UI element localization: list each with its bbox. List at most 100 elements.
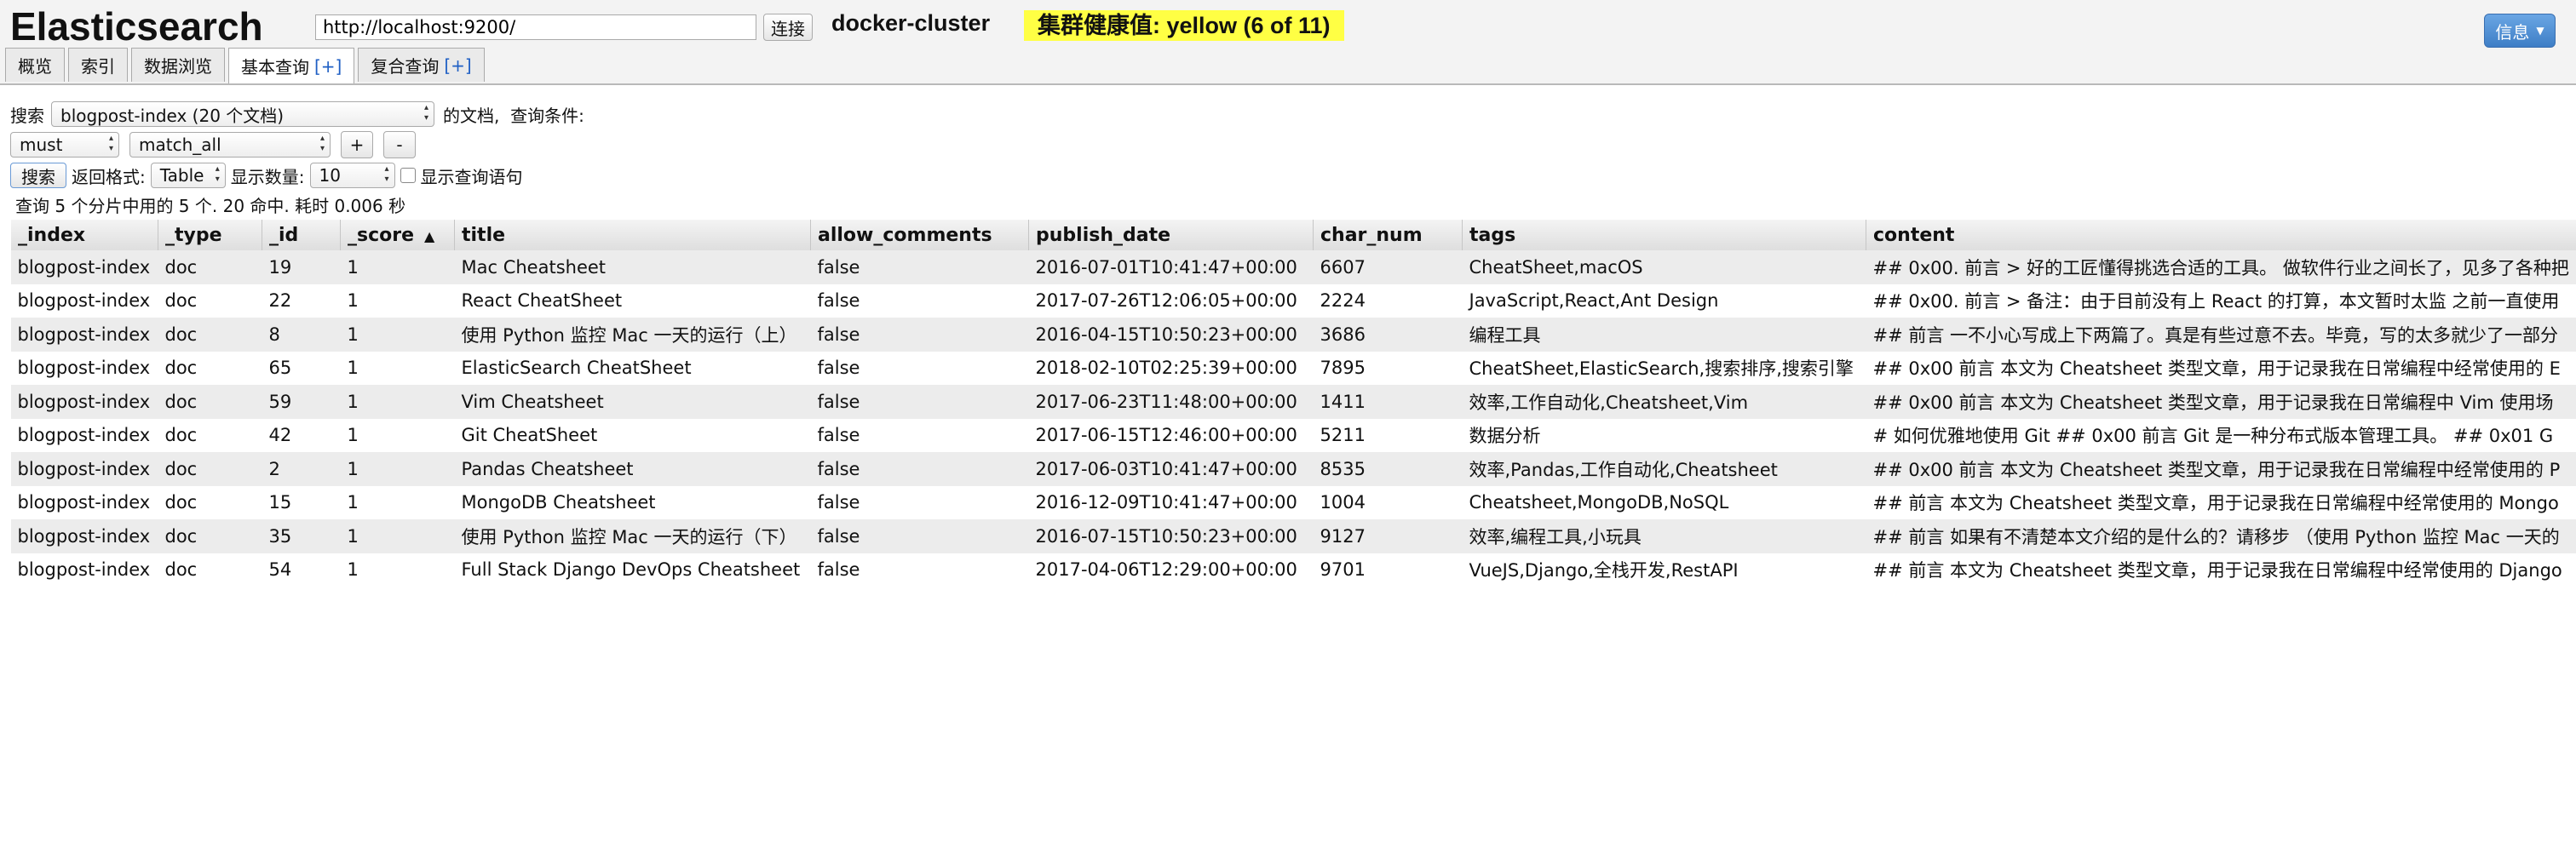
- app-logo: Elasticsearch: [10, 4, 263, 49]
- output-format-value: Table: [159, 165, 204, 186]
- tab-label: 概览: [18, 56, 52, 77]
- table-row[interactable]: blogpost-index doc 35 1 使用 Python 监控 Mac 一天的…: [10, 519, 2576, 553]
- index-select[interactable]: blogpost-index (20 个文档): [51, 101, 434, 127]
- cell-allowcomments: false: [810, 519, 1029, 553]
- cell-id: 59: [262, 385, 341, 419]
- cell-score: 1: [340, 452, 455, 486]
- column-header-charnum[interactable]: char_num: [1313, 220, 1463, 250]
- cell-index: blogpost-index: [17, 559, 151, 581]
- tab-overview[interactable]: 概览: [5, 48, 65, 82]
- cell-publishdate: 2017-06-03T10:41:47+00:00: [1028, 452, 1314, 486]
- cell-id: 35: [262, 519, 341, 553]
- output-format-select[interactable]: Table: [150, 163, 226, 188]
- cell-publishdate: 2016-04-15T10:50:23+00:00: [1028, 318, 1314, 352]
- remove-clause-button[interactable]: -: [383, 131, 416, 158]
- cell-tags: 效率,编程工具,小玩具: [1462, 519, 1866, 553]
- cell-publishdate: 2017-06-23T11:48:00+00:00: [1028, 385, 1314, 419]
- caret-down-icon: ▼: [2536, 25, 2544, 37]
- info-button-label: 信息: [2495, 21, 2530, 43]
- cell-content: ## 0x00 前言 本文为 Cheatsheet 类型文章，用于记录我在日常编…: [1866, 452, 2576, 486]
- column-header-index[interactable]: _index: [10, 220, 158, 250]
- table-header-row: _index _type _id _score ▲ title allow_comments…: [10, 220, 2576, 250]
- connect-button[interactable]: 连接: [763, 14, 813, 41]
- cell-index: blogpost-index: [10, 318, 158, 352]
- cell-content: ## 0x00. 前言 > 备注：由于目前没有上 React 的打算，本文暂时太…: [1872, 291, 2560, 312]
- table-body: blogpost-index doc 19 1 Mac Cheatsheet false 2…: [10, 250, 2576, 587]
- docs-condition-label: 的文档, 查询条件:: [443, 105, 584, 126]
- cell-score: 1: [340, 519, 455, 553]
- cell-type: doc: [164, 559, 198, 581]
- cell-score: 1: [340, 250, 455, 284]
- tab-add-link[interactable]: [+]: [314, 56, 342, 77]
- index-selector-row: 搜索 blogpost-index (20 个文档) 的文档, 查询条件:: [10, 100, 584, 128]
- cell-tags: 效率,Pandas,工作自动化,Cheatsheet: [1462, 452, 1866, 486]
- search-button[interactable]: 搜索: [10, 163, 66, 188]
- column-header-score[interactable]: _score ▲: [340, 220, 455, 250]
- table-row[interactable]: blogpost-index doc 19 1 Mac Cheatsheet false 2…: [10, 250, 2576, 284]
- column-header-allowcomments[interactable]: allow_comments: [810, 220, 1029, 250]
- cell-charnum: 7895: [1320, 358, 1366, 379]
- result-count-select[interactable]: 10: [309, 163, 395, 188]
- cell-score: 1: [347, 290, 359, 312]
- table-row[interactable]: blogpost-index doc 15 1 MongoDB Cheatsheet fa…: [11, 486, 2576, 520]
- cell-publishdate: 2018-02-10T02:25:39+00:00: [1035, 358, 1297, 379]
- format-label: 返回格式:: [72, 166, 146, 187]
- top-header: Elasticsearch 连接 docker-cluster 集群健康值: y…: [0, 0, 2576, 85]
- cell-id: 8: [262, 318, 341, 352]
- column-header-publishdate[interactable]: publish_date: [1028, 220, 1314, 250]
- table-row[interactable]: blogpost-index doc 2 1 Pandas Cheatsheet fals…: [10, 452, 2576, 486]
- cell-tags: Cheatsheet,MongoDB,NoSQL: [1469, 492, 1729, 513]
- cell-charnum: 1411: [1313, 385, 1463, 419]
- cell-charnum: 9127: [1313, 519, 1463, 553]
- table-row[interactable]: blogpost-index doc 8 1 使用 Python 监控 Mac 一天的运…: [10, 318, 2576, 352]
- cell-content: ## 前言 本文为 Cheatsheet 类型文章，用于记录我在日常编程中经常使…: [1872, 493, 2559, 514]
- cell-tags: JavaScript,React,Ant Design: [1469, 290, 1719, 312]
- cell-allowcomments: false: [810, 318, 1029, 352]
- cell-allowcomments: false: [817, 425, 860, 446]
- tab-label: 基本查询: [241, 57, 309, 77]
- table-row[interactable]: blogpost-index doc 42 1 Git CheatSheet false 2…: [11, 419, 2576, 453]
- cluster-health-badge: 集群健康值: yellow (6 of 11): [1024, 10, 1344, 41]
- cell-tags: CheatSheet,ElasticSearch,搜索排序,搜索引擎: [1469, 358, 1854, 380]
- cell-content: ## 前言 本文为 Cheatsheet 类型文章，用于记录我在日常编程中经常使…: [1872, 560, 2562, 581]
- bool-operator-select[interactable]: must: [10, 132, 119, 158]
- tab-compound-query[interactable]: 复合查询 [+]: [358, 48, 485, 82]
- cell-charnum: 2224: [1320, 290, 1366, 312]
- main-tabs: 概览 索引 数据浏览 基本查询 [+] 复合查询 [+]: [5, 48, 485, 83]
- tab-browser[interactable]: 数据浏览: [131, 48, 225, 82]
- column-header-type[interactable]: _type: [158, 220, 262, 250]
- query-field-select[interactable]: match_all: [129, 132, 331, 158]
- cell-type: doc: [158, 250, 262, 284]
- tab-add-link[interactable]: [+]: [444, 55, 471, 76]
- info-menu-button[interactable]: 信息 ▼: [2484, 14, 2556, 48]
- show-query-checkbox[interactable]: [400, 168, 416, 183]
- tab-label: 复合查询: [371, 56, 440, 77]
- cell-index: blogpost-index: [10, 452, 158, 486]
- cell-charnum: 9701: [1320, 559, 1366, 581]
- tab-basic-query[interactable]: 基本查询 [+]: [228, 48, 355, 83]
- server-url-input[interactable]: [315, 14, 756, 40]
- add-clause-button[interactable]: +: [341, 131, 373, 158]
- table-row[interactable]: blogpost-index doc 59 1 Vim Cheatsheet false 2…: [10, 385, 2576, 419]
- tab-indices[interactable]: 索引: [68, 48, 128, 82]
- cell-tags: CheatSheet,macOS: [1462, 250, 1866, 284]
- cell-type: doc: [164, 492, 198, 513]
- column-header-title[interactable]: title: [454, 220, 811, 250]
- tab-label: 索引: [81, 56, 115, 77]
- cell-content: ## 前言 一不小心写成上下两篇了。真是有些过意不去。毕竟，写的太多就少了一部分: [1866, 318, 2576, 352]
- query-field-value: match_all: [139, 135, 221, 155]
- cell-index: blogpost-index: [17, 290, 151, 312]
- table-row[interactable]: blogpost-index doc 54 1 Full Stack Django De…: [11, 553, 2576, 587]
- column-header-content[interactable]: content: [1866, 220, 2576, 250]
- column-header-id[interactable]: _id: [262, 220, 341, 250]
- bool-operator-value: must: [20, 135, 63, 155]
- cell-allowcomments: false: [810, 452, 1029, 486]
- column-header-tags[interactable]: tags: [1462, 220, 1866, 250]
- result-count-label: 显示数量:: [230, 166, 305, 187]
- cell-charnum: 3686: [1313, 318, 1463, 352]
- column-header-label: content: [1873, 224, 1955, 246]
- cell-publishdate: 2017-07-26T12:06:05+00:00: [1035, 290, 1297, 312]
- cell-type: doc: [164, 425, 198, 446]
- table-row[interactable]: blogpost-index doc 65 1 ElasticSearch CheatS…: [11, 352, 2576, 386]
- table-row[interactable]: blogpost-index doc 22 1 React CheatSheet fals…: [11, 284, 2576, 318]
